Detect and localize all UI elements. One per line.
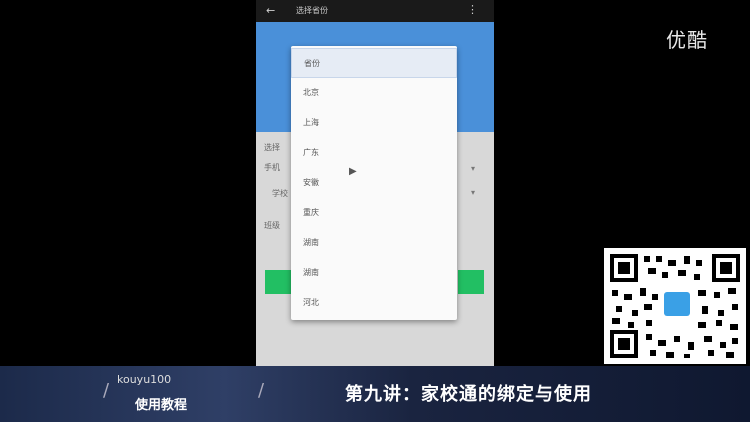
channel-name: kouyu100: [117, 373, 172, 386]
form-label: 学校: [272, 189, 288, 198]
form-label: 选择: [264, 143, 280, 152]
chevron-down-icon[interactable]: ▾: [471, 164, 475, 173]
dropdown-item[interactable]: 重庆: [291, 198, 457, 228]
banner-slash-right: /: [258, 380, 265, 401]
app-toolbar: ← 选择省份 ⋮: [256, 0, 494, 22]
province-dropdown[interactable]: 省份 北京 上海 广东 安徽 重庆 湖南 湖南 河北: [291, 46, 457, 320]
green-button[interactable]: [458, 270, 484, 294]
dropdown-item[interactable]: 湖南: [291, 258, 457, 288]
mouse-cursor-icon: ▶: [349, 166, 357, 177]
dropdown-item[interactable]: 安徽: [291, 168, 457, 198]
dropdown-item[interactable]: 湖南: [291, 228, 457, 258]
chevron-down-icon[interactable]: ▾: [471, 188, 475, 197]
lecture-title: 第九讲：家校通的绑定与使用: [345, 384, 592, 405]
back-arrow-icon[interactable]: ←: [266, 4, 275, 17]
dropdown-item[interactable]: 上海: [291, 108, 457, 138]
banner-subtitle: 使用教程: [135, 398, 188, 413]
more-menu-icon[interactable]: ⋮: [467, 3, 478, 16]
youku-logo: 优酷: [666, 28, 708, 52]
dropdown-item[interactable]: 广东: [291, 138, 457, 168]
dropdown-item[interactable]: 北京: [291, 78, 457, 108]
toolbar-title: 选择省份: [296, 6, 328, 15]
banner-slash-left: /: [103, 380, 110, 401]
qr-center-logo-icon: [664, 292, 690, 316]
form-label: 手机: [264, 163, 280, 172]
dropdown-item[interactable]: 河北: [291, 288, 457, 318]
form-label: 班级: [264, 221, 280, 230]
dropdown-item-selected[interactable]: 省份: [291, 48, 457, 78]
green-button[interactable]: [265, 270, 291, 294]
